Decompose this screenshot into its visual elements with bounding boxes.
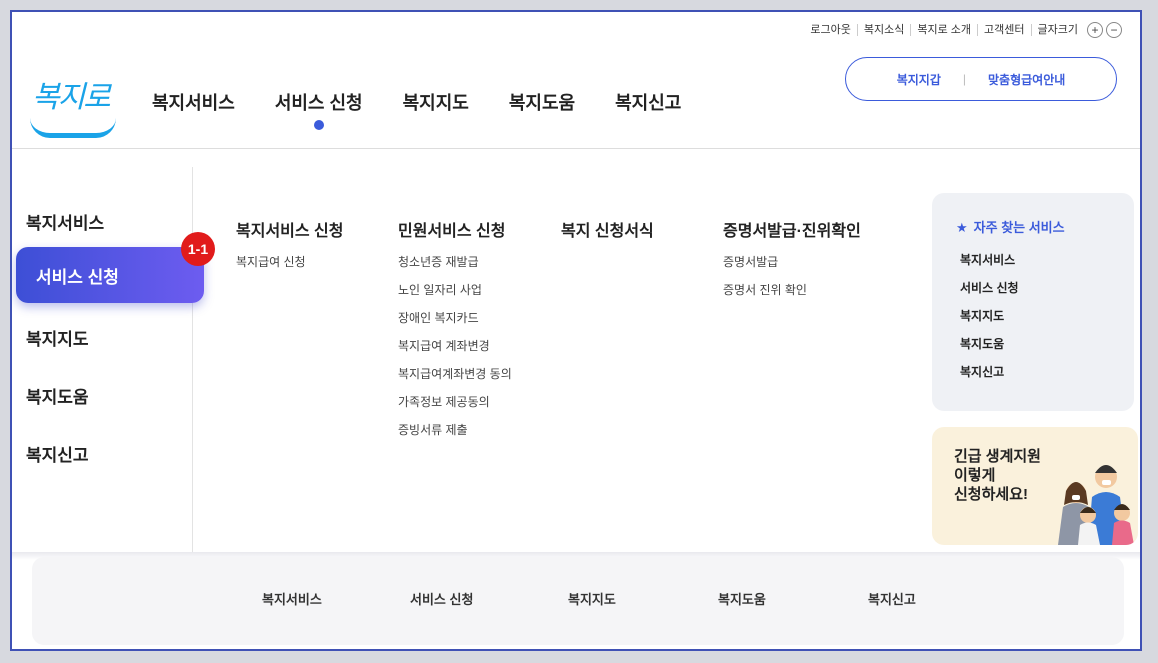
col-title[interactable]: 증명서발급·진위확인 bbox=[723, 217, 861, 241]
col-certificates: 증명서발급·진위확인 증명서발급 증명서 진위 확인 bbox=[723, 217, 861, 311]
gnb-service-apply[interactable]: 서비스 신청 bbox=[274, 89, 363, 130]
favorites-title: ★ 자주 찾는 서비스 bbox=[956, 217, 1065, 236]
col-civil-apply: 민원서비스 신청 청소년증 재발급 노인 일자리 사업 장애인 복지카드 복지급… bbox=[398, 217, 512, 451]
side-welfare-service[interactable]: 복지서비스 bbox=[26, 209, 104, 234]
menu-item[interactable]: 복지급여 신청 bbox=[236, 255, 344, 283]
logo-text: 복지로 bbox=[32, 80, 111, 115]
gnb-service-apply-label: 서비스 신청 bbox=[274, 93, 363, 113]
favorites-title-text: 자주 찾는 서비스 bbox=[973, 220, 1065, 235]
fav-item[interactable]: 복지도움 bbox=[960, 335, 1004, 352]
bottom-welfare-service[interactable]: 복지서비스 bbox=[262, 589, 322, 608]
col-apply-forms: 복지 신청서식 bbox=[561, 217, 654, 255]
custom-benefit-link[interactable]: 맞춤형급여안내 bbox=[988, 71, 1065, 88]
font-decrease-button[interactable]: − bbox=[1106, 22, 1122, 38]
menu-item[interactable]: 복지급여계좌변경 동의 bbox=[398, 367, 512, 395]
step-badge: 1-1 bbox=[181, 232, 215, 266]
site-logo[interactable]: 복지로 bbox=[28, 72, 118, 142]
bottom-welfare-report[interactable]: 복지신고 bbox=[868, 589, 916, 608]
col-title[interactable]: 민원서비스 신청 bbox=[398, 217, 512, 241]
emergency-support-banner[interactable]: 긴급 생계지원 이렇게 신청하세요! bbox=[932, 427, 1138, 545]
menu-item[interactable]: 복지급여 계좌변경 bbox=[398, 339, 512, 367]
menu-item[interactable]: 가족정보 제공동의 bbox=[398, 395, 512, 423]
family-illustration bbox=[1058, 465, 1134, 545]
active-indicator-dot bbox=[313, 120, 324, 130]
banner-line: 이렇게 bbox=[954, 467, 996, 484]
side-welfare-map[interactable]: 복지지도 bbox=[26, 325, 89, 350]
menu-item[interactable]: 청소년증 재발급 bbox=[398, 255, 512, 283]
side-welfare-help[interactable]: 복지도움 bbox=[26, 383, 89, 408]
banner-line: 신청하세요! bbox=[954, 486, 1028, 503]
customer-center-link[interactable]: 고객센터 bbox=[977, 24, 1030, 36]
font-increase-button[interactable]: + bbox=[1087, 22, 1103, 38]
global-nav: 복지서비스 서비스 신청 복지지도 복지도움 복지신고 bbox=[152, 89, 721, 130]
mega-menu: 복지서비스 서비스 신청 복지지도 복지도움 복지신고 1-1 복지서비스 신청… bbox=[12, 149, 1140, 553]
side-welfare-report[interactable]: 복지신고 bbox=[26, 441, 89, 466]
bottom-welfare-map[interactable]: 복지지도 bbox=[568, 589, 616, 608]
news-link[interactable]: 복지소식 bbox=[856, 24, 910, 36]
col-title[interactable]: 복지 신청서식 bbox=[561, 217, 654, 241]
gnb-welfare-report[interactable]: 복지신고 bbox=[615, 89, 681, 115]
fav-item[interactable]: 서비스 신청 bbox=[960, 279, 1019, 296]
font-size-label: 글자크기 bbox=[1030, 24, 1084, 36]
banner-text: 긴급 생계지원 이렇게 신청하세요! bbox=[954, 447, 1041, 504]
menu-item[interactable]: 노인 일자리 사업 bbox=[398, 283, 512, 311]
col-welfare-apply: 복지서비스 신청 복지급여 신청 bbox=[236, 217, 344, 283]
menu-item[interactable]: 증명서 진위 확인 bbox=[723, 283, 861, 311]
gnb-welfare-help[interactable]: 복지도움 bbox=[509, 89, 575, 115]
pill-separator: | bbox=[962, 72, 966, 86]
side-service-apply[interactable]: 서비스 신청 bbox=[16, 247, 204, 303]
bottom-welfare-help[interactable]: 복지도움 bbox=[718, 589, 766, 608]
bottom-service-apply[interactable]: 서비스 신청 bbox=[410, 589, 473, 608]
browser-frame: 로그아웃 복지소식 복지로 소개 고객센터 글자크기 + − 복지로 복지서비스… bbox=[10, 10, 1142, 651]
fav-item[interactable]: 복지지도 bbox=[960, 307, 1004, 324]
menu-item[interactable]: 장애인 복지카드 bbox=[398, 311, 512, 339]
gnb-welfare-service[interactable]: 복지서비스 bbox=[152, 89, 235, 115]
menu-item[interactable]: 증명서발급 bbox=[723, 255, 861, 283]
about-link[interactable]: 복지로 소개 bbox=[910, 24, 977, 36]
banner-line: 긴급 생계지원 bbox=[954, 448, 1041, 465]
fav-item[interactable]: 복지신고 bbox=[960, 363, 1004, 380]
logo-smile-graphic bbox=[30, 118, 116, 138]
bottom-quick-nav: 복지서비스 서비스 신청 복지지도 복지도움 복지신고 bbox=[32, 557, 1124, 645]
favorite-services-panel: ★ 자주 찾는 서비스 복지서비스 서비스 신청 복지지도 복지도움 복지신고 bbox=[932, 193, 1134, 411]
logout-link[interactable]: 로그아웃 bbox=[804, 24, 856, 36]
menu-item[interactable]: 증빙서류 제출 bbox=[398, 423, 512, 451]
star-icon: ★ bbox=[956, 220, 968, 235]
welfare-wallet-link[interactable]: 복지지갑 bbox=[897, 71, 941, 88]
fav-item[interactable]: 복지서비스 bbox=[960, 251, 1015, 268]
mega-sidebar: 복지서비스 서비스 신청 복지지도 복지도움 복지신고 bbox=[12, 167, 204, 553]
gnb-welfare-map[interactable]: 복지지도 bbox=[403, 89, 469, 115]
quick-link-pill: 복지지갑 | 맞춤형급여안내 bbox=[845, 57, 1117, 101]
col-title[interactable]: 복지서비스 신청 bbox=[236, 217, 344, 241]
utility-bar: 로그아웃 복지소식 복지로 소개 고객센터 글자크기 + − bbox=[804, 22, 1122, 38]
